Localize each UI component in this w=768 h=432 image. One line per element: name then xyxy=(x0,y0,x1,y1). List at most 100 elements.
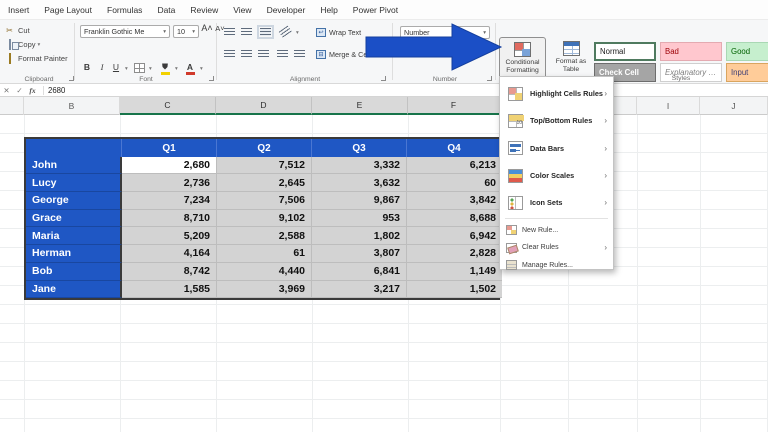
italic-button[interactable]: I xyxy=(95,62,109,72)
cell-john-q1[interactable]: 2,680 xyxy=(122,157,217,175)
borders-chevron-icon[interactable]: ▾ xyxy=(149,66,152,72)
fill-color-button[interactable]: ⛊ xyxy=(158,62,172,72)
cell-bob-q3[interactable]: 6,841 xyxy=(312,263,407,281)
bold-button[interactable]: B xyxy=(80,62,94,72)
cell-herman-q3[interactable]: 3,807 xyxy=(312,245,407,263)
tab-developer[interactable]: Developer xyxy=(267,5,306,15)
cut-button[interactable]: ✂ Cut xyxy=(4,24,74,37)
formula-bar-value[interactable]: 2680 xyxy=(48,86,65,95)
orientation-icon[interactable] xyxy=(279,26,293,39)
cell-lucy-q1[interactable]: 2,736 xyxy=(122,174,217,192)
align-right-icon[interactable] xyxy=(258,50,269,58)
tab-power-pivot[interactable]: Power Pivot xyxy=(353,5,398,15)
decrease-indent-icon[interactable] xyxy=(277,50,288,58)
cell-grace-q1[interactable]: 8,710 xyxy=(122,210,217,228)
row-name-jane[interactable]: Jane xyxy=(26,281,122,299)
cell-lucy-q2[interactable]: 2,645 xyxy=(217,174,312,192)
tab-insert[interactable]: Insert xyxy=(8,5,29,15)
underline-chevron-icon[interactable]: ▾ xyxy=(125,66,128,72)
cell-herman-q4[interactable]: 2,828 xyxy=(407,245,502,263)
column-header-B[interactable]: B xyxy=(24,97,120,115)
cell-jane-q4[interactable]: 1,502 xyxy=(407,281,502,299)
align-middle-icon[interactable] xyxy=(241,28,252,36)
cell-bob-q2[interactable]: 4,440 xyxy=(217,263,312,281)
cell-george-q4[interactable]: 3,842 xyxy=(407,192,502,210)
font-name-select[interactable]: Franklin Gothic Me▾ xyxy=(80,25,170,38)
column-header-F[interactable]: F xyxy=(408,97,500,115)
tab-formulas[interactable]: Formulas xyxy=(107,5,142,15)
cell-style-bad[interactable]: Bad xyxy=(660,42,722,61)
align-left-icon[interactable] xyxy=(224,50,235,58)
cell-maria-q4[interactable]: 6,942 xyxy=(407,227,502,245)
column-header-C[interactable]: C xyxy=(120,97,216,115)
row-name-george[interactable]: George xyxy=(26,192,122,210)
cell-grace-q2[interactable]: 9,102 xyxy=(217,210,312,228)
cell-herman-q2[interactable]: 61 xyxy=(217,245,312,263)
cell-grace-q3[interactable]: 953 xyxy=(312,210,407,228)
row-name-lucy[interactable]: Lucy xyxy=(26,174,122,192)
cell-style-good[interactable]: Good xyxy=(726,42,768,61)
column-header-D[interactable]: D xyxy=(216,97,312,115)
number-format-select[interactable]: Number▾ xyxy=(400,26,490,39)
row-name-grace[interactable]: Grace xyxy=(26,210,122,228)
menu-item-highlight-cells-rules[interactable]: Highlight Cells Rules› xyxy=(500,80,613,107)
cell-jane-q1[interactable]: 1,585 xyxy=(122,281,217,299)
menu-item-top-bottom-rules[interactable]: Top/Bottom Rules› xyxy=(500,107,613,134)
copy-button[interactable]: Copy ▾ xyxy=(4,38,74,51)
column-header-J[interactable]: J xyxy=(700,97,768,115)
cell-maria-q1[interactable]: 5,209 xyxy=(122,227,217,245)
cell-jane-q2[interactable]: 3,969 xyxy=(217,281,312,299)
number-dialog-launcher[interactable] xyxy=(487,76,492,81)
cell-maria-q3[interactable]: 1,802 xyxy=(312,227,407,245)
font-dialog-launcher[interactable] xyxy=(209,76,214,81)
menu-item-color-scales[interactable]: Color Scales› xyxy=(500,162,613,189)
grow-font-button[interactable]: A˄ xyxy=(200,23,214,33)
borders-button[interactable] xyxy=(134,63,145,73)
tab-help[interactable]: Help xyxy=(320,5,337,15)
cell-grace-q4[interactable]: 8,688 xyxy=(407,210,502,228)
font-color-chevron-icon[interactable]: ▾ xyxy=(200,66,203,72)
alignment-dialog-launcher[interactable] xyxy=(381,76,386,81)
column-header-I[interactable]: I xyxy=(637,97,700,115)
align-center-icon[interactable] xyxy=(241,50,252,58)
row-name-herman[interactable]: Herman xyxy=(26,245,122,263)
align-bottom-icon[interactable] xyxy=(260,28,271,36)
tab-page-layout[interactable]: Page Layout xyxy=(44,5,92,15)
menu-item-new-rule[interactable]: New Rule... xyxy=(500,221,613,239)
column-header-E[interactable]: E xyxy=(312,97,408,115)
cell-john-q2[interactable]: 7,512 xyxy=(217,157,312,175)
menu-item-icon-sets[interactable]: Icon Sets› xyxy=(500,189,613,216)
cell-bob-q4[interactable]: 1,149 xyxy=(407,263,502,281)
format-painter-button[interactable]: Format Painter xyxy=(4,52,74,65)
font-size-select[interactable]: 10▾ xyxy=(173,25,199,38)
menu-item-manage-rules[interactable]: Manage Rules... xyxy=(500,256,613,274)
tab-review[interactable]: Review xyxy=(190,5,218,15)
cell-lucy-q4[interactable]: 60 xyxy=(407,174,502,192)
cell-george-q3[interactable]: 9,867 xyxy=(312,192,407,210)
underline-button[interactable]: U xyxy=(109,62,123,72)
orientation-chevron-icon[interactable]: ▾ xyxy=(296,30,299,36)
increase-indent-icon[interactable] xyxy=(294,50,305,58)
clipboard-dialog-launcher[interactable] xyxy=(69,76,74,81)
cell-john-q3[interactable]: 3,332 xyxy=(312,157,407,175)
cell-maria-q2[interactable]: 2,588 xyxy=(217,227,312,245)
menu-item-clear-rules[interactable]: Clear Rules› xyxy=(500,239,613,257)
align-top-icon[interactable] xyxy=(224,28,235,36)
cell-lucy-q3[interactable]: 3,632 xyxy=(312,174,407,192)
wrap-text-button[interactable]: ↩ Wrap Text xyxy=(316,28,361,37)
cell-style-normal[interactable]: Normal xyxy=(594,42,656,61)
row-name-john[interactable]: John xyxy=(26,157,122,175)
menu-item-data-bars[interactable]: Data Bars› xyxy=(500,135,613,162)
tab-data[interactable]: Data xyxy=(157,5,175,15)
merge-center-button[interactable]: ⊟ Merge & Center ▾ xyxy=(316,50,385,59)
cell-george-q1[interactable]: 7,234 xyxy=(122,192,217,210)
fill-color-chevron-icon[interactable]: ▾ xyxy=(175,66,178,72)
font-color-button[interactable]: A xyxy=(183,62,197,72)
cancel-icon[interactable]: ✕ xyxy=(0,86,13,95)
column-header-blank[interactable] xyxy=(0,97,24,115)
tab-view[interactable]: View xyxy=(233,5,251,15)
cell-bob-q1[interactable]: 8,742 xyxy=(122,263,217,281)
insert-function-icon[interactable]: fx xyxy=(26,86,39,95)
cell-george-q2[interactable]: 7,506 xyxy=(217,192,312,210)
cell-jane-q3[interactable]: 3,217 xyxy=(312,281,407,299)
